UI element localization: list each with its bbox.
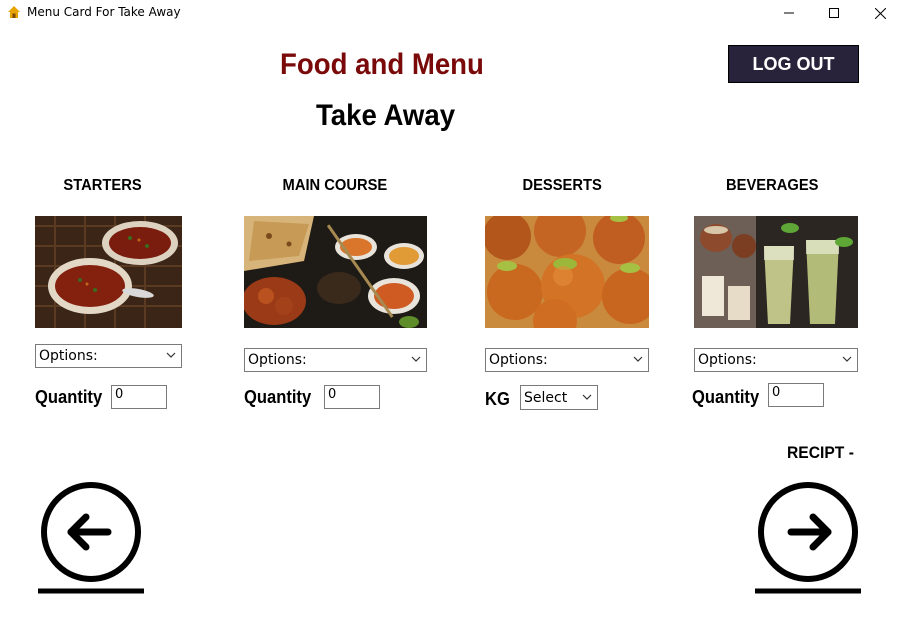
beverages-quantity-label: Quantity: [692, 387, 760, 407]
close-icon: [874, 7, 886, 19]
main-course-options-value: Options:: [248, 352, 307, 368]
starters-quantity-label: Quantity: [35, 387, 103, 407]
main-course-options-select[interactable]: Options:: [244, 348, 427, 372]
desserts-kg-label: KG: [485, 389, 510, 409]
starters-quantity-input[interactable]: 0: [111, 385, 167, 409]
beverages-options-select[interactable]: Options:: [694, 348, 858, 372]
desserts-kg-select[interactable]: Select: [520, 385, 598, 410]
category-label-starters: STARTERS: [63, 177, 142, 194]
category-label-main-course: MAIN COURSE: [282, 177, 388, 194]
chevron-down-icon: [582, 394, 592, 400]
chevron-down-icon: [411, 356, 421, 362]
minimize-icon: [784, 12, 794, 14]
main-course-quantity-input[interactable]: 0: [324, 385, 380, 409]
desserts-options-select[interactable]: Options:: [485, 348, 649, 372]
category-label-beverages: BEVERAGES: [726, 177, 819, 194]
page-title: Food and Menu: [280, 48, 484, 81]
window-titlebar: Menu Card For Take Away: [0, 0, 899, 26]
main-course-image: [244, 216, 427, 328]
starters-options-value: Options:: [39, 348, 98, 364]
logout-button[interactable]: LOG OUT: [728, 45, 859, 83]
beverages-image: [694, 216, 858, 328]
maximize-button[interactable]: [811, 0, 857, 26]
desserts-options-value: Options:: [489, 352, 548, 368]
chevron-down-icon: [166, 352, 176, 358]
close-button[interactable]: [857, 0, 899, 26]
maximize-icon: [829, 8, 839, 18]
main-course-quantity-label: Quantity: [244, 387, 312, 407]
arrow-right-icon[interactable]: [755, 480, 861, 594]
starters-image: [35, 216, 182, 328]
minimize-button[interactable]: [766, 0, 812, 26]
receipt-label: RECIPT -: [787, 443, 854, 462]
chevron-down-icon: [842, 356, 852, 362]
starters-options-select[interactable]: Options:: [35, 344, 182, 368]
arrow-left-icon[interactable]: [38, 480, 144, 594]
category-label-desserts: DESSERTS: [522, 177, 602, 194]
page-subtitle: Take Away: [316, 99, 456, 132]
app-home-icon: [8, 6, 20, 18]
window-title: Menu Card For Take Away: [27, 5, 181, 19]
desserts-kg-value: Select: [524, 389, 568, 406]
chevron-down-icon: [633, 356, 643, 362]
beverages-quantity-input[interactable]: 0: [768, 383, 824, 407]
desserts-image: [485, 216, 649, 328]
beverages-options-value: Options:: [698, 352, 757, 368]
